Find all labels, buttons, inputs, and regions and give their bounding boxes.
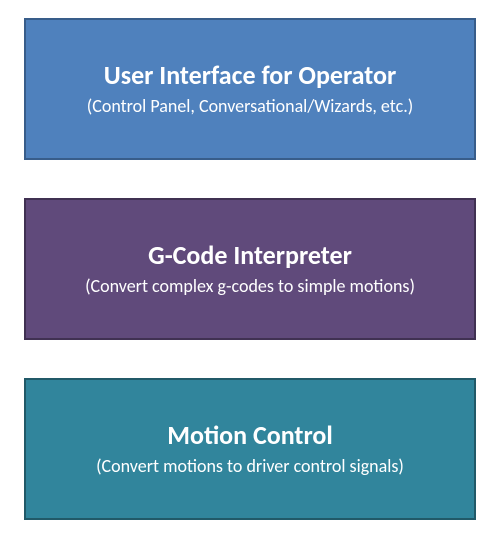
gcode-interpreter-title: G-Code Interpreter	[148, 240, 352, 271]
motion-control-block: Motion Control (Convert motions to drive…	[24, 378, 476, 520]
gcode-interpreter-block: G-Code Interpreter (Convert complex g-co…	[24, 198, 476, 340]
ui-operator-title: User Interface for Operator	[104, 60, 397, 91]
motion-control-title: Motion Control	[167, 420, 332, 451]
ui-operator-subtitle: (Control Panel, Conversational/Wizards, …	[87, 95, 413, 118]
ui-operator-block: User Interface for Operator (Control Pan…	[24, 18, 476, 160]
motion-control-subtitle: (Convert motions to driver control signa…	[96, 455, 404, 478]
gcode-interpreter-subtitle: (Convert complex g-codes to simple motio…	[85, 275, 415, 298]
